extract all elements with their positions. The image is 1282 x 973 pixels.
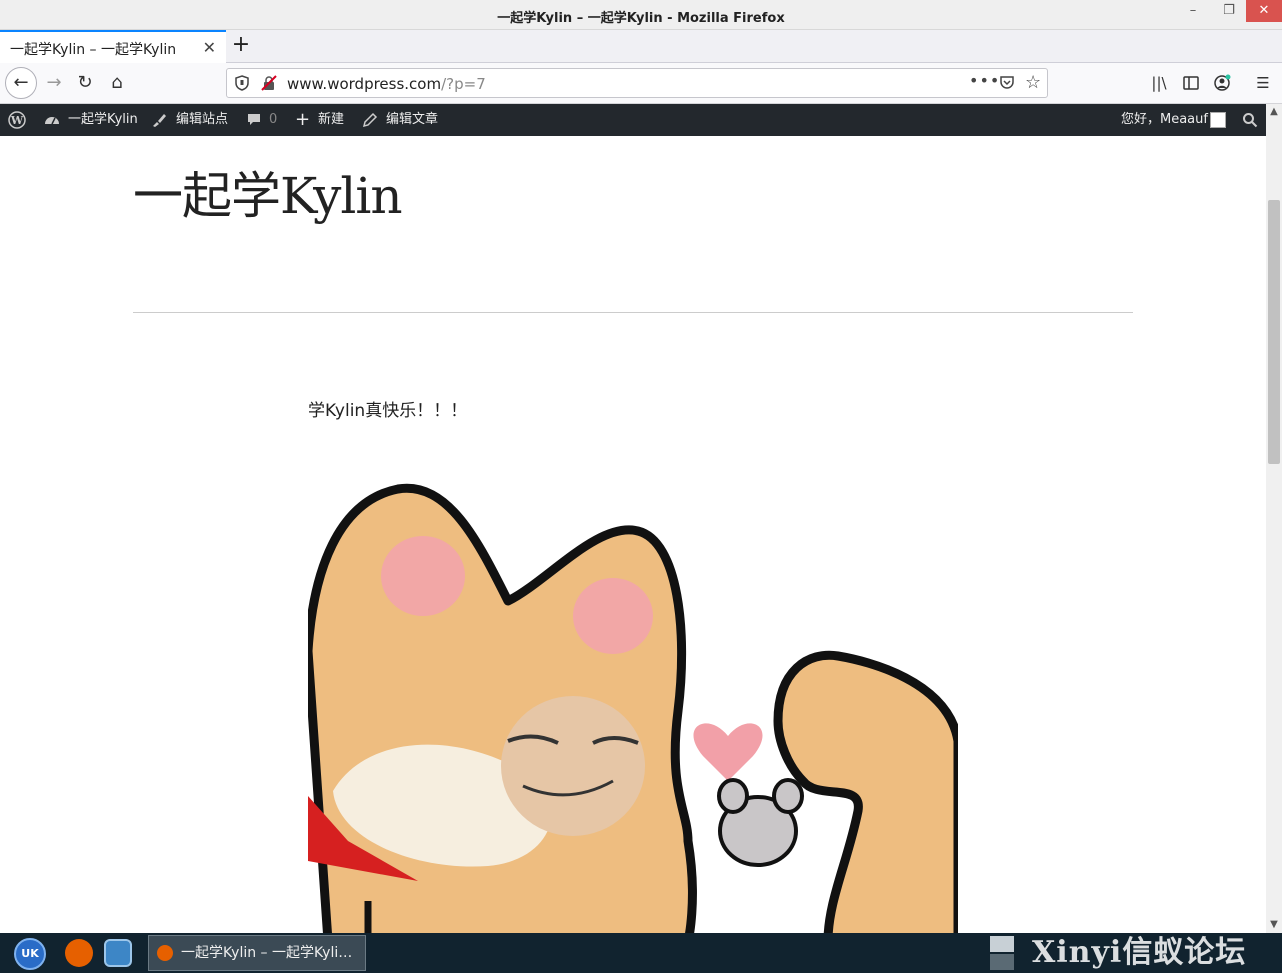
customize-brush-icon — [153, 114, 166, 127]
back-icon[interactable]: ← — [5, 67, 37, 99]
url-text: www.wordpress.com/?p=7 — [287, 75, 486, 93]
sidebar-icon[interactable] — [1182, 74, 1200, 92]
post-text: 学Kylin真快乐！！！ — [308, 401, 468, 421]
file-manager-icon[interactable] — [104, 939, 132, 967]
tab-strip: 一起学Kylin – 一起学Kylin ✕ + — [0, 30, 1282, 63]
reload-icon[interactable]: ↻ — [70, 68, 100, 98]
pocket-icon[interactable] — [999, 75, 1015, 91]
header-divider — [133, 312, 1133, 313]
firefox-launcher-icon[interactable] — [65, 939, 93, 967]
scroll-down-icon[interactable]: ▼ — [1266, 917, 1282, 933]
wp-admin-bar: W 一起学Kylin 编辑站点 0 + 新建 编辑文章 您好，Meaauf — [0, 104, 1266, 136]
home-icon[interactable]: ⌂ — [102, 68, 132, 98]
adminbar-new[interactable]: 新建 — [318, 104, 344, 136]
forward-icon[interactable]: → — [39, 68, 69, 98]
url-path: /?p=7 — [441, 75, 486, 93]
adminbar-customize[interactable]: 编辑站点 — [176, 104, 228, 136]
window-titlebar: 一起学Kylin – 一起学Kylin - Mozilla Firefox – … — [0, 0, 1282, 30]
browser-window: 一起学Kylin – 一起学Kylin - Mozilla Firefox – … — [0, 0, 1282, 973]
adminbar-site-name[interactable]: 一起学Kylin — [68, 104, 138, 136]
avatar[interactable] — [1210, 112, 1226, 128]
show-desktop-icon[interactable] — [990, 936, 1014, 970]
adminbar-edit-post[interactable]: 编辑文章 — [386, 104, 438, 136]
tracking-shield-icon[interactable] — [235, 75, 249, 91]
library-icon[interactable]: ||\ — [1150, 74, 1168, 92]
menu-icon[interactable]: ☰ — [1254, 74, 1272, 92]
tab-label: 一起学Kylin – 一起学Kylin — [10, 42, 177, 58]
account-icon[interactable] — [1213, 74, 1231, 92]
minimize-icon[interactable]: – — [1175, 0, 1211, 22]
start-menu-button[interactable]: UK — [14, 938, 46, 970]
bookmark-star-icon[interactable]: ☆ — [1025, 72, 1041, 93]
navigation-toolbar: ← → ↻ ⌂ www.wordpress.com/?p=7 ••• ☆ ||\ — [0, 63, 1282, 104]
wordpress-logo-icon[interactable]: W — [8, 111, 26, 129]
window-title: 一起学Kylin – 一起学Kylin - Mozilla Firefox — [497, 11, 785, 26]
new-tab-icon[interactable]: + — [230, 32, 252, 57]
os-taskbar: UK 一起学Kylin – 一起学Kyli… Xinyi信蚁论坛 — [0, 933, 1282, 973]
site-title[interactable]: 一起学Kylin — [133, 156, 403, 228]
search-icon[interactable] — [1242, 112, 1258, 128]
adminbar-greeting[interactable]: 您好，Meaauf — [1121, 104, 1208, 136]
insecure-connection-icon[interactable] — [261, 75, 277, 91]
svg-text:W: W — [10, 114, 24, 127]
page-scrollbar[interactable]: ▲ ▼ — [1266, 104, 1282, 933]
post-image — [308, 483, 958, 933]
comment-bubble-icon — [248, 114, 260, 125]
url-host: www.wordpress.com — [287, 75, 442, 93]
taskbar-window-label: 一起学Kylin – 一起学Kyli… — [181, 945, 353, 961]
taskbar-window-item[interactable]: 一起学Kylin – 一起学Kyli… — [148, 935, 366, 971]
close-icon[interactable]: ✕ — [1246, 0, 1282, 22]
plus-icon: + — [295, 109, 311, 130]
url-bar[interactable]: www.wordpress.com/?p=7 ••• ☆ — [226, 68, 1048, 98]
adminbar-comments-count[interactable]: 0 — [269, 104, 277, 136]
page-actions-icon[interactable]: ••• — [969, 71, 1000, 90]
tab-close-icon[interactable]: ✕ — [203, 38, 216, 57]
scroll-up-icon[interactable]: ▲ — [1266, 104, 1282, 120]
scroll-thumb[interactable] — [1268, 200, 1280, 464]
restore-icon[interactable]: ❐ — [1211, 0, 1247, 22]
dashboard-icon — [45, 117, 59, 125]
page-content: 一起学Kylin 学Kylin真快乐！！！ — [0, 136, 1266, 933]
tab-active[interactable]: 一起学Kylin – 一起学Kylin ✕ — [0, 30, 226, 63]
watermark: Xinyi信蚁论坛 — [1032, 935, 1247, 970]
pencil-edit-icon — [362, 112, 378, 128]
firefox-icon — [157, 945, 173, 961]
